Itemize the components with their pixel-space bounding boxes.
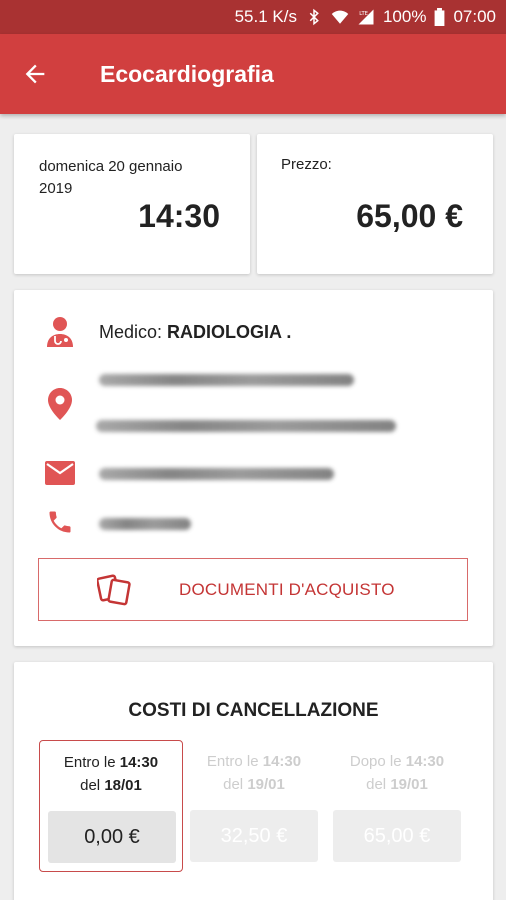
bluetooth-icon [309, 8, 319, 26]
cancellation-tier[interactable]: Dopo le 14:30 del 19/01 65,00 € [325, 740, 469, 872]
price-label: Prezzo: [281, 156, 332, 173]
tier-amount: 65,00 € [333, 810, 461, 862]
network-type: LTE [359, 11, 368, 17]
cancellation-tier[interactable]: Entro le 14:30 del 18/01 0,00 € [39, 740, 183, 872]
doctor-info: Medico: RADIOLOGIA . [99, 322, 291, 343]
battery-icon [435, 8, 445, 26]
tier-label: Entro le 14:30 del 18/01 [40, 751, 182, 797]
tier-date: 19/01 [390, 776, 428, 793]
tier-prefix: Dopo le [349, 753, 402, 770]
appointment-date-card: domenica 20 gennaio 2019 14:30 [14, 134, 250, 274]
phone-icon [44, 506, 76, 538]
tier-date-prefix: del [223, 776, 244, 793]
appointment-details-card: Medico: RADIOLOGIA . DOCUMENTI D'ACQUIST… [14, 290, 493, 646]
doctor-icon [44, 316, 76, 348]
doctor-row [44, 316, 76, 348]
email-row [44, 457, 76, 489]
tier-time: 14:30 [262, 753, 302, 770]
tier-label: Dopo le 14:30 del 19/01 [325, 750, 469, 796]
tier-date-prefix: del [80, 777, 101, 794]
tier-prefix: Entro le [206, 753, 259, 770]
tier-time: 14:30 [405, 753, 445, 770]
tier-prefix: Entro le [63, 754, 116, 771]
purchase-documents-label: DOCUMENTI D'ACQUISTO [179, 580, 395, 599]
price-value: 65,00 € [356, 198, 463, 234]
clock: 07:00 [453, 7, 496, 26]
status-bar: 55.1 K/s LTE 100% 07:00 [0, 0, 506, 34]
tier-amount: 32,50 € [190, 810, 318, 862]
appointment-time: 14:30 [138, 198, 220, 234]
cancellation-costs-card: COSTI DI CANCELLAZIONE Entro le 14:30 de… [14, 662, 493, 900]
documents-icon [97, 574, 131, 606]
cancellation-tier[interactable]: Entro le 14:30 del 19/01 32,50 € [182, 740, 326, 872]
redacted-phone [99, 518, 191, 530]
app-bar: Ecocardiografia [0, 34, 506, 114]
redacted-email [99, 468, 334, 480]
mail-icon [44, 457, 76, 489]
price-card: Prezzo: 65,00 € [257, 134, 493, 274]
battery-level: 100% [382, 7, 427, 26]
tier-amount: 0,00 € [48, 811, 176, 863]
phone-row[interactable] [44, 506, 76, 538]
tier-date: 19/01 [247, 776, 285, 793]
purchase-documents-button[interactable]: DOCUMENTI D'ACQUISTO [38, 558, 468, 621]
back-button[interactable] [0, 34, 70, 114]
appointment-date: domenica 20 gennaio 2019 [39, 158, 183, 197]
location-row [44, 388, 76, 420]
network-speed: 55.1 K/s [234, 7, 297, 26]
cancellation-title: COSTI DI CANCELLAZIONE [128, 700, 379, 721]
page-title: Ecocardiografia [100, 60, 274, 87]
signal-icon: LTE [358, 9, 374, 25]
tier-label: Entro le 14:30 del 19/01 [182, 750, 326, 796]
redacted-address-line-2 [96, 420, 396, 432]
arrow-left-icon [25, 64, 45, 84]
tier-date-prefix: del [366, 776, 387, 793]
location-pin-icon [44, 388, 76, 420]
tier-time: 14:30 [119, 754, 159, 771]
wifi-icon [331, 10, 349, 24]
doctor-name: RADIOLOGIA . [167, 322, 292, 342]
tier-date: 18/01 [104, 777, 142, 794]
doctor-prefix: Medico: [99, 322, 163, 342]
redacted-address-line-1 [99, 374, 354, 386]
